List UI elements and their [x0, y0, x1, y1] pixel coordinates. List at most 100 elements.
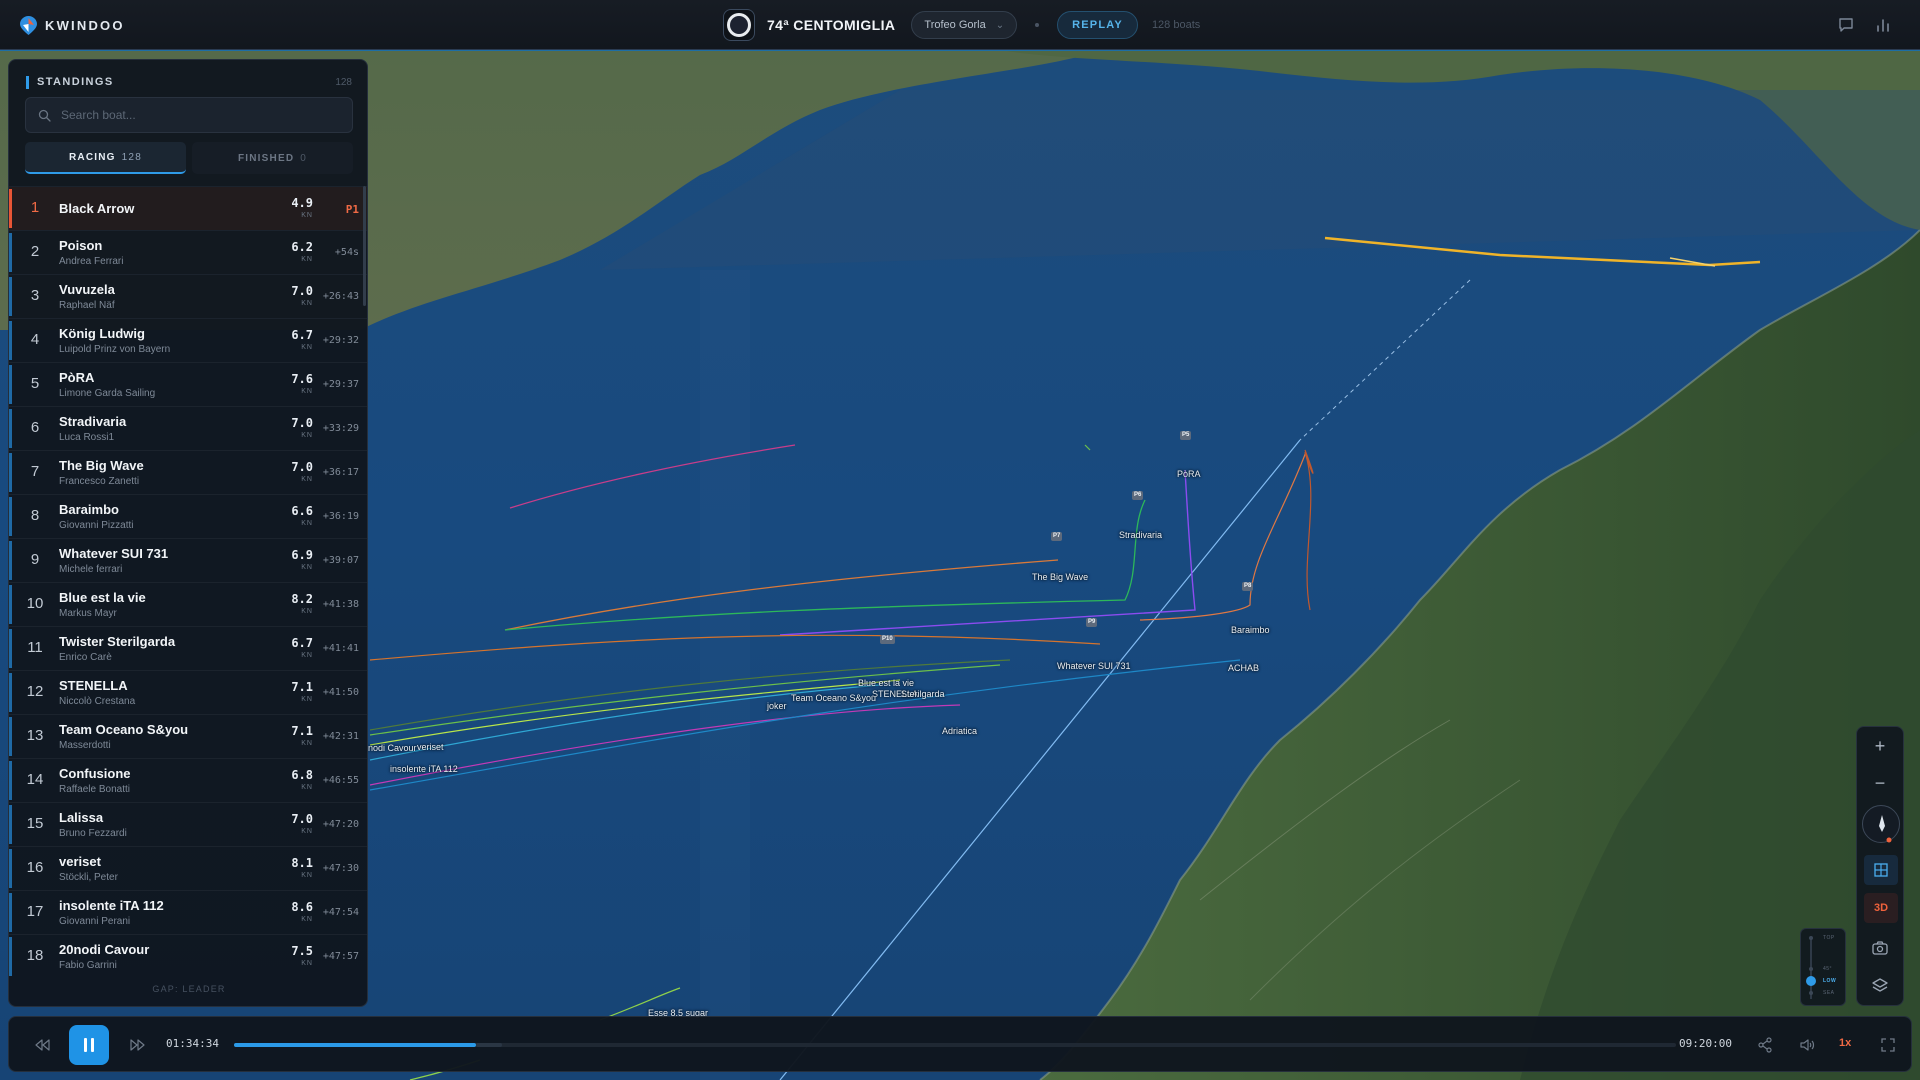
- course-mark[interactable]: P9: [1086, 618, 1098, 627]
- gap-to-leader: +36:17: [322, 467, 359, 478]
- tab-label: RACING: [69, 151, 116, 163]
- timeline-buffer: [476, 1043, 503, 1047]
- zoom-out-button[interactable]: −: [1860, 765, 1900, 801]
- standings-row[interactable]: 7 The Big Wave Francesco Zanetti 7.0 KN +36:1…: [9, 450, 367, 494]
- speed-unit: KN: [301, 300, 313, 307]
- boat-label[interactable]: insolente iTA 112: [390, 764, 458, 774]
- course-mark[interactable]: P6: [1132, 491, 1144, 500]
- boat-label[interactable]: Baraimbo: [1231, 625, 1270, 635]
- standings-row[interactable]: 5 PòRA Limone Garda Sailing 7.6 KN +29:37: [9, 362, 367, 406]
- standings-row[interactable]: 17 insolente iTA 112 Giovanni Perani 8.6 KN +…: [9, 890, 367, 934]
- boat-name: Stradivaria: [59, 414, 127, 429]
- fast-forward-icon[interactable]: [129, 1036, 147, 1054]
- fullscreen-icon[interactable]: [1879, 1036, 1897, 1054]
- standings-row[interactable]: 18 20nodi Cavour Fabio Garrini 7.5 KN +47:57: [9, 934, 367, 978]
- boat-label[interactable]: Adriatica: [942, 726, 977, 736]
- skipper-name: Fabio Garrini: [59, 960, 117, 971]
- playback-speed[interactable]: 1x: [1839, 1037, 1851, 1049]
- skipper-name: Markus Mayr: [59, 608, 117, 619]
- gap-to-leader: +29:32: [322, 335, 359, 346]
- brand[interactable]: KWINDOO: [20, 15, 125, 35]
- search-input[interactable]: [61, 108, 341, 122]
- boat-label[interactable]: ACHAB: [1228, 663, 1259, 673]
- position: 15: [26, 815, 44, 832]
- boat-label[interactable]: veriset: [417, 742, 444, 752]
- altitude-level[interactable]: 45°: [1823, 966, 1832, 972]
- separator-dot: [1035, 23, 1040, 27]
- boat-label[interactable]: Stradivaria: [1119, 530, 1162, 540]
- rewind-icon[interactable]: [33, 1036, 51, 1054]
- boat-name: Whatever SUI 731: [59, 546, 169, 561]
- search-box[interactable]: [25, 97, 353, 133]
- position: 14: [26, 771, 44, 788]
- layers-button[interactable]: [1860, 967, 1900, 1003]
- volume-icon[interactable]: [1798, 1036, 1816, 1054]
- gap-to-leader: +39:07: [322, 555, 359, 566]
- boat-label[interactable]: Team Oceano S&you: [791, 693, 876, 703]
- standings-row[interactable]: 2 Poison Andrea Ferrari 6.2 KN +54s: [9, 230, 367, 274]
- standings-row[interactable]: 1 Black Arrow 4.9 KN P1: [9, 186, 367, 230]
- speed-unit: KN: [301, 432, 313, 439]
- row-accent: [9, 673, 12, 712]
- playback-bar: 01:34:34 09:20:00 1x: [8, 1016, 1912, 1072]
- standings-row[interactable]: 4 König Ludwig Luipold Prinz von Bayern 6.7…: [9, 318, 367, 362]
- tile-seam: [700, 270, 750, 1080]
- scrollbar[interactable]: [363, 186, 366, 306]
- boat-name: Team Oceano S&you: [59, 722, 189, 737]
- course-mark[interactable]: P5: [1180, 431, 1192, 440]
- standings-title: STANDINGS: [37, 76, 114, 88]
- grid-view-button[interactable]: [1864, 855, 1898, 885]
- chat-icon[interactable]: [1837, 16, 1855, 34]
- gap-to-leader: +42:31: [322, 731, 359, 742]
- screenshot-button[interactable]: [1860, 930, 1900, 966]
- tab-finished[interactable]: FINISHED 0: [192, 142, 353, 174]
- altitude-level[interactable]: TOP: [1823, 935, 1835, 941]
- boat-label[interactable]: nodi Cavour: [368, 743, 417, 753]
- class-selector[interactable]: Trofeo Gorla ⌄: [911, 11, 1018, 39]
- camera-altitude-panel[interactable]: TOP 45° LOW SEA: [1800, 928, 1846, 1006]
- course-mark[interactable]: P8: [1242, 582, 1254, 591]
- course-mark[interactable]: P10: [880, 635, 895, 644]
- skipper-name: Bruno Fezzardi: [59, 828, 127, 839]
- boat-name: veriset: [59, 854, 101, 869]
- standings-row[interactable]: 14 Confusione Raffaele Bonatti 6.8 KN +46:55: [9, 758, 367, 802]
- timeline-scrubber[interactable]: [234, 1043, 1676, 1047]
- compass[interactable]: [1862, 805, 1900, 843]
- position: 1: [30, 199, 40, 216]
- stats-icon[interactable]: [1874, 16, 1892, 34]
- gap-mode-label[interactable]: GAP: LEADER: [9, 984, 367, 994]
- boat-label[interactable]: PòRA: [1177, 469, 1201, 479]
- standings-row[interactable]: 13 Team Oceano S&you Masserdotti 7.1 KN +42:3…: [9, 714, 367, 758]
- pause-button[interactable]: [69, 1025, 109, 1065]
- course-mark[interactable]: P7: [1051, 532, 1063, 541]
- tab-count: 128: [121, 151, 142, 163]
- zoom-in-button[interactable]: +: [1860, 728, 1900, 764]
- boat-label[interactable]: Sterilgarda: [901, 689, 945, 699]
- tab-racing[interactable]: RACING 128: [25, 142, 186, 174]
- 3d-toggle-button[interactable]: 3D: [1864, 893, 1898, 923]
- share-icon[interactable]: [1756, 1036, 1774, 1054]
- boat-label[interactable]: Blue est la vie: [858, 678, 914, 688]
- boat-label[interactable]: Whatever SUI 731: [1057, 661, 1131, 671]
- standings-row[interactable]: 16 veriset Stöckli, Peter 8.1 KN +47:30: [9, 846, 367, 890]
- standings-row[interactable]: 8 Baraimbo Giovanni Pizzatti 6.6 KN +36:19: [9, 494, 367, 538]
- standings-row[interactable]: 15 Lalissa Bruno Fezzardi 7.0 KN +47:20: [9, 802, 367, 846]
- skipper-name: Niccolò Crestana: [59, 696, 136, 707]
- race-viewer: P5 P6 P7 P8 P9 P10 PòRA Stradivaria The …: [0, 0, 1920, 1080]
- boat-label[interactable]: joker: [767, 701, 787, 711]
- event-title: 74ª CENTOMIGLIA: [767, 17, 896, 33]
- standings-row[interactable]: 3 Vuvuzela Raphael Näf 7.0 KN +26:43: [9, 274, 367, 318]
- standings-row[interactable]: 11 Twister Sterilgarda Enrico Carè 6.7 KN +41…: [9, 626, 367, 670]
- speed-unit: KN: [301, 740, 313, 747]
- row-accent: [9, 321, 12, 360]
- standings-row[interactable]: 6 Stradivaria Luca Rossi1 7.0 KN +33:29: [9, 406, 367, 450]
- boat-label[interactable]: The Big Wave: [1032, 572, 1088, 582]
- altitude-level[interactable]: SEA: [1823, 990, 1835, 996]
- standings-row[interactable]: 12 STENELLA Niccolò Crestana 7.1 KN +41:50: [9, 670, 367, 714]
- standings-row[interactable]: 10 Blue est la vie Markus Mayr 8.2 KN +41:38: [9, 582, 367, 626]
- altitude-level-selected[interactable]: LOW: [1823, 978, 1836, 984]
- replay-button[interactable]: REPLAY: [1057, 11, 1138, 39]
- standings-list[interactable]: 1 Black Arrow 4.9 KN P1 2 Poison Andrea Ferrari…: [9, 186, 367, 978]
- row-accent: [9, 761, 12, 800]
- standings-row[interactable]: 9 Whatever SUI 731 Michele ferrari 6.9 KN +39…: [9, 538, 367, 582]
